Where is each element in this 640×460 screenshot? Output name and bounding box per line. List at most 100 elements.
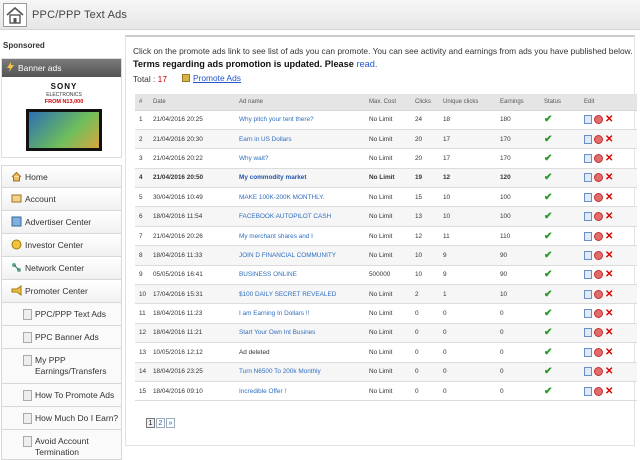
row-ad-name[interactable]: I am Earning In Dollars !! bbox=[235, 303, 365, 324]
copy-icon[interactable] bbox=[584, 270, 592, 280]
copy-icon[interactable] bbox=[584, 153, 592, 163]
delete-icon[interactable]: ✕ bbox=[605, 153, 613, 164]
sidebar-subitem-ppp-earnings[interactable]: My PPP Earnings/Transfers bbox=[1, 349, 122, 384]
delete-icon[interactable]: ✕ bbox=[605, 347, 613, 358]
pause-icon[interactable] bbox=[594, 173, 603, 183]
sidebar-item-account[interactable]: Account bbox=[1, 188, 122, 211]
sidebar-item-promoter-center[interactable]: Promoter Center bbox=[1, 280, 122, 303]
copy-icon[interactable] bbox=[584, 192, 592, 202]
delete-icon[interactable]: ✕ bbox=[605, 231, 613, 242]
row-ad-name[interactable]: Earn in US Dollars bbox=[235, 129, 365, 150]
table-row: 3 21/04/2016 20:22 Why wait? No Limit 20 17 17… bbox=[135, 148, 637, 169]
pause-icon[interactable] bbox=[594, 192, 603, 202]
copy-icon[interactable] bbox=[584, 386, 592, 396]
sidebar-item-investor-center[interactable]: Investor Center bbox=[1, 234, 122, 257]
home-icon bbox=[11, 171, 22, 182]
col-header-date[interactable]: Date bbox=[149, 94, 235, 111]
delete-icon[interactable]: ✕ bbox=[605, 250, 613, 261]
row-clicks: 24 bbox=[411, 110, 439, 130]
delete-icon[interactable]: ✕ bbox=[605, 327, 613, 338]
row-number: 6 bbox=[135, 206, 149, 227]
delete-icon[interactable]: ✕ bbox=[605, 269, 613, 280]
row-ad-name[interactable]: FACEBOOK AUTOPILOT CASH bbox=[235, 206, 365, 227]
delete-icon[interactable]: ✕ bbox=[605, 134, 613, 145]
pause-icon[interactable] bbox=[594, 270, 603, 280]
copy-icon[interactable] bbox=[584, 347, 592, 357]
copy-icon[interactable] bbox=[584, 289, 592, 299]
copy-icon[interactable] bbox=[584, 231, 592, 241]
delete-icon[interactable]: ✕ bbox=[605, 211, 613, 222]
copy-icon[interactable] bbox=[584, 173, 592, 183]
copy-icon[interactable] bbox=[584, 328, 592, 338]
copy-icon[interactable] bbox=[584, 309, 592, 319]
sidebar-item-network-center[interactable]: Network Center bbox=[1, 257, 122, 280]
delete-icon[interactable]: ✕ bbox=[605, 172, 613, 183]
row-ad-name[interactable]: Incredible Offer ! bbox=[235, 381, 365, 402]
row-ad-name[interactable]: BUSINESS ONLINE bbox=[235, 265, 365, 286]
home-icon[interactable] bbox=[3, 3, 27, 27]
row-ad-name[interactable]: My commodity market bbox=[235, 168, 365, 189]
sidebar-subitem-avoid-termination[interactable]: Avoid Account Termination bbox=[1, 430, 122, 460]
table-row: 7 21/04/2016 20:26 My merchant shares and … bbox=[135, 226, 637, 247]
col-header-ad-name[interactable]: Ad name bbox=[235, 94, 365, 111]
copy-icon[interactable] bbox=[584, 250, 592, 260]
sidebar-item-label: Home bbox=[25, 172, 48, 182]
pause-icon[interactable] bbox=[594, 250, 603, 260]
sidebar-subitem-how-much-earn[interactable]: How Much Do I Earn? bbox=[1, 407, 122, 430]
row-max-cost: No Limit bbox=[365, 362, 411, 382]
col-header-unique-clicks[interactable]: Unique clicks bbox=[439, 94, 496, 111]
sidebar-subitem-label: PPC/PPP Text Ads bbox=[35, 309, 107, 319]
pause-icon[interactable] bbox=[594, 367, 603, 377]
pause-icon[interactable] bbox=[594, 153, 603, 163]
pause-icon[interactable] bbox=[594, 115, 603, 125]
sidebar-subitem-ppc-ppp-text-ads[interactable]: PPC/PPP Text Ads bbox=[1, 303, 122, 326]
pause-icon[interactable] bbox=[594, 289, 603, 299]
row-ad-name[interactable]: Why pitch your tent there? bbox=[235, 110, 365, 130]
next-page-button[interactable]: » bbox=[166, 418, 175, 428]
page-1-button[interactable]: 1 bbox=[146, 418, 155, 428]
row-ad-name[interactable]: Turn N6500 To 200k Monthly bbox=[235, 362, 365, 382]
col-header-earnings[interactable]: Earnings bbox=[496, 94, 540, 111]
pause-icon[interactable] bbox=[594, 386, 603, 396]
row-clicks: 12 bbox=[411, 226, 439, 247]
row-clicks: 15 bbox=[411, 187, 439, 208]
banner-ads-header: Banner ads bbox=[2, 59, 121, 77]
pause-icon[interactable] bbox=[594, 212, 603, 222]
row-unique-clicks: 10 bbox=[439, 206, 496, 227]
row-ad-name[interactable]: MAKE 100K-200K MONTHLY. bbox=[235, 187, 365, 208]
row-ad-name[interactable]: My merchant shares and I bbox=[235, 226, 365, 247]
sidebar-subitem-how-to-promote[interactable]: How To Promote Ads bbox=[1, 384, 122, 407]
pause-icon[interactable] bbox=[594, 347, 603, 357]
delete-icon[interactable]: ✕ bbox=[605, 386, 613, 397]
delete-icon[interactable]: ✕ bbox=[605, 308, 613, 319]
sidebar-item-advertiser-center[interactable]: Advertiser Center bbox=[1, 211, 122, 234]
sidebar-item-home[interactable]: Home bbox=[1, 165, 122, 188]
delete-icon[interactable]: ✕ bbox=[605, 289, 613, 300]
copy-icon[interactable] bbox=[584, 134, 592, 144]
banner-ad-image[interactable]: SONY ELECTRONICS FROM N13,000 bbox=[20, 81, 108, 153]
sidebar-subitem-ppc-banner-ads[interactable]: PPC Banner Ads bbox=[1, 326, 122, 349]
copy-icon[interactable] bbox=[584, 115, 592, 125]
copy-icon[interactable] bbox=[584, 212, 592, 222]
row-ad-name[interactable]: $100 DAILY SECRET REVEALED bbox=[235, 284, 365, 305]
delete-icon[interactable]: ✕ bbox=[605, 114, 613, 125]
col-header-clicks[interactable]: Clicks bbox=[411, 94, 439, 111]
copy-icon[interactable] bbox=[584, 367, 592, 377]
row-ad-name[interactable]: JOIN D FINANCIAL COMMUNITY bbox=[235, 245, 365, 266]
delete-icon[interactable]: ✕ bbox=[605, 366, 613, 377]
pause-icon[interactable] bbox=[594, 309, 603, 319]
row-actions: ✕ bbox=[580, 362, 637, 382]
delete-icon[interactable]: ✕ bbox=[605, 192, 613, 203]
page-2-button[interactable]: 2 bbox=[156, 418, 165, 428]
promote-ads-link[interactable]: Promote Ads bbox=[182, 73, 241, 83]
pause-icon[interactable] bbox=[594, 328, 603, 338]
row-ad-name[interactable]: Why wait? bbox=[235, 148, 365, 169]
col-header-max-cost[interactable]: Max. Cost bbox=[365, 94, 411, 111]
row-ad-name[interactable]: Start Your Own Int Busines bbox=[235, 323, 365, 344]
row-date: 18/04/2016 23:25 bbox=[149, 362, 235, 382]
row-clicks: 10 bbox=[411, 245, 439, 266]
terms-read-link[interactable]: read. bbox=[356, 59, 377, 69]
pause-icon[interactable] bbox=[594, 231, 603, 241]
row-earnings: 100 bbox=[496, 187, 540, 208]
pause-icon[interactable] bbox=[594, 134, 603, 144]
